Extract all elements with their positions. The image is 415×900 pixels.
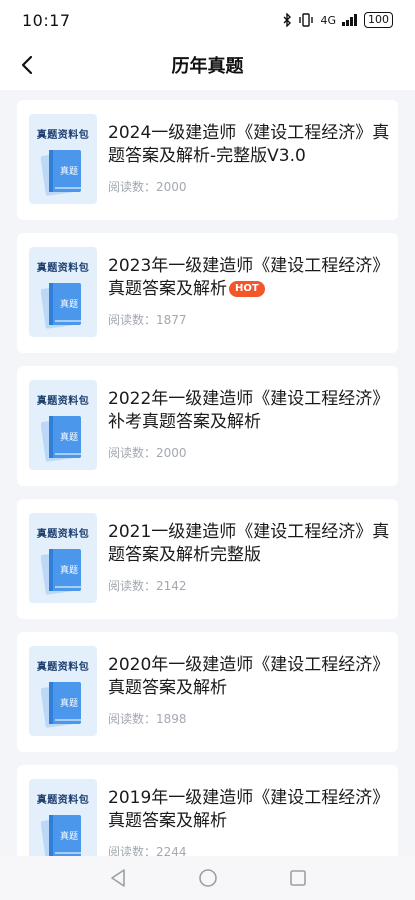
status-bar: 10:17 4G 100 — [0, 0, 415, 40]
read-count-prefix: 阅读数： — [108, 579, 157, 593]
book-stack-icon: 真题 — [41, 682, 81, 728]
document-title[interactable]: 2020年一级建造师《建设工程经济》真题答案及解析 — [108, 654, 390, 700]
document-thumbnail: 真题资料包真题 — [29, 247, 97, 337]
thumbnail-label: 真题资料包 — [36, 396, 90, 407]
list-item[interactable]: 真题资料包真题 2022年一级建造师《建设工程经济》补考真题答案及解析阅读数：20… — [17, 366, 398, 486]
list-item[interactable]: 真题资料包真题 2021一级建造师《建设工程经济》真题答案及解析完整版阅读数：21… — [17, 499, 398, 619]
read-count-value: 2000 — [156, 446, 187, 460]
list-item[interactable]: 真题资料包真题 2020年一级建造师《建设工程经济》真题答案及解析阅读数：1898 — [17, 632, 398, 752]
document-title-text: 2019年一级建造师《建设工程经济》真题答案及解析 — [108, 788, 390, 831]
system-nav-bar — [0, 856, 415, 900]
read-count: 阅读数：2000 — [108, 444, 187, 461]
book-cover-text: 真题 — [60, 165, 78, 177]
nav-recents-button[interactable] — [287, 867, 309, 889]
read-count-value: 1898 — [156, 712, 187, 726]
book-stack-icon: 真题 — [41, 150, 81, 196]
square-recents-icon — [289, 870, 306, 886]
read-count-prefix: 阅读数： — [108, 180, 157, 194]
read-count: 阅读数：2142 — [108, 577, 187, 594]
book-cover-text: 真题 — [60, 830, 78, 842]
status-time: 10:17 — [22, 10, 71, 30]
page-header: 历年真题 — [0, 40, 415, 90]
network-type-label: 4G — [320, 13, 336, 27]
book-cover-text: 真题 — [60, 298, 78, 310]
vibrate-icon — [299, 13, 314, 27]
thumbnail-label: 真题资料包 — [36, 130, 90, 141]
document-title-text: 2022年一级建造师《建设工程经济》补考真题答案及解析 — [108, 389, 390, 432]
document-title[interactable]: 2023年一级建造师《建设工程经济》真题答案及解析 HOT — [108, 255, 390, 301]
signal-icon — [342, 14, 357, 26]
triangle-back-icon — [110, 869, 125, 887]
document-title-text: 2024一级建造师《建设工程经济》真题答案及解析-完整版V3.0 — [108, 123, 390, 166]
read-count-value: 1877 — [156, 313, 187, 327]
hot-badge: HOT — [229, 281, 265, 297]
thumbnail-label: 真题资料包 — [36, 795, 90, 806]
circle-home-icon — [198, 869, 217, 887]
book-cover-text: 真题 — [60, 431, 78, 443]
document-thumbnail: 真题资料包真题 — [29, 513, 97, 603]
document-title[interactable]: 2019年一级建造师《建设工程经济》真题答案及解析 — [108, 787, 390, 833]
nav-back-button[interactable] — [107, 867, 129, 889]
document-title-text: 2021一级建造师《建设工程经济》真题答案及解析完整版 — [108, 522, 390, 565]
read-count-value: 2000 — [156, 180, 187, 194]
read-count-prefix: 阅读数： — [108, 313, 157, 327]
book-stack-icon: 真题 — [41, 549, 81, 595]
document-thumbnail: 真题资料包真题 — [29, 380, 97, 470]
status-icons: 4G 100 — [282, 12, 393, 28]
document-thumbnail: 真题资料包真题 — [29, 646, 97, 736]
bluetooth-icon — [283, 13, 292, 27]
book-stack-icon: 真题 — [41, 283, 81, 329]
list-item[interactable]: 真题资料包 真题 2023年一级建造师《建设工程经济》真题答案及解析 HOT 阅读数：1… — [17, 233, 398, 353]
book-cover-text: 真题 — [60, 697, 78, 709]
document-title-text: 2020年一级建造师《建设工程经济》真题答案及解析 — [108, 655, 390, 698]
read-count: 阅读数：2000 — [108, 178, 187, 195]
thumbnail-label: 真题资料包 — [36, 529, 90, 540]
read-count: 阅读数：1898 — [108, 710, 187, 727]
battery-indicator: 100 — [364, 12, 393, 28]
chevron-left-icon — [21, 55, 33, 75]
read-count: 阅读数：1877 — [108, 311, 187, 328]
thumbnail-label: 真题资料包 — [36, 662, 90, 673]
book-cover-text: 真题 — [60, 564, 78, 576]
list-item[interactable]: 真题资料包真题 2024一级建造师《建设工程经济》真题答案及解析-完整版V3.0 阅… — [17, 100, 398, 220]
nav-home-button[interactable] — [197, 867, 219, 889]
read-count-value: 2142 — [156, 579, 187, 593]
read-count-prefix: 阅读数： — [108, 446, 157, 460]
document-title[interactable]: 2024一级建造师《建设工程经济》真题答案及解析-完整版V3.0 — [108, 122, 390, 168]
back-button[interactable] — [10, 48, 44, 82]
book-stack-icon: 真题 — [41, 416, 81, 462]
document-title[interactable]: 2022年一级建造师《建设工程经济》补考真题答案及解析 — [108, 388, 390, 434]
read-count-prefix: 阅读数： — [108, 712, 157, 726]
page-title: 历年真题 — [171, 56, 244, 77]
document-title[interactable]: 2021一级建造师《建设工程经济》真题答案及解析完整版 — [108, 521, 390, 567]
document-thumbnail: 真题资料包真题 — [29, 114, 97, 204]
thumbnail-label: 真题资料包 — [36, 263, 90, 274]
